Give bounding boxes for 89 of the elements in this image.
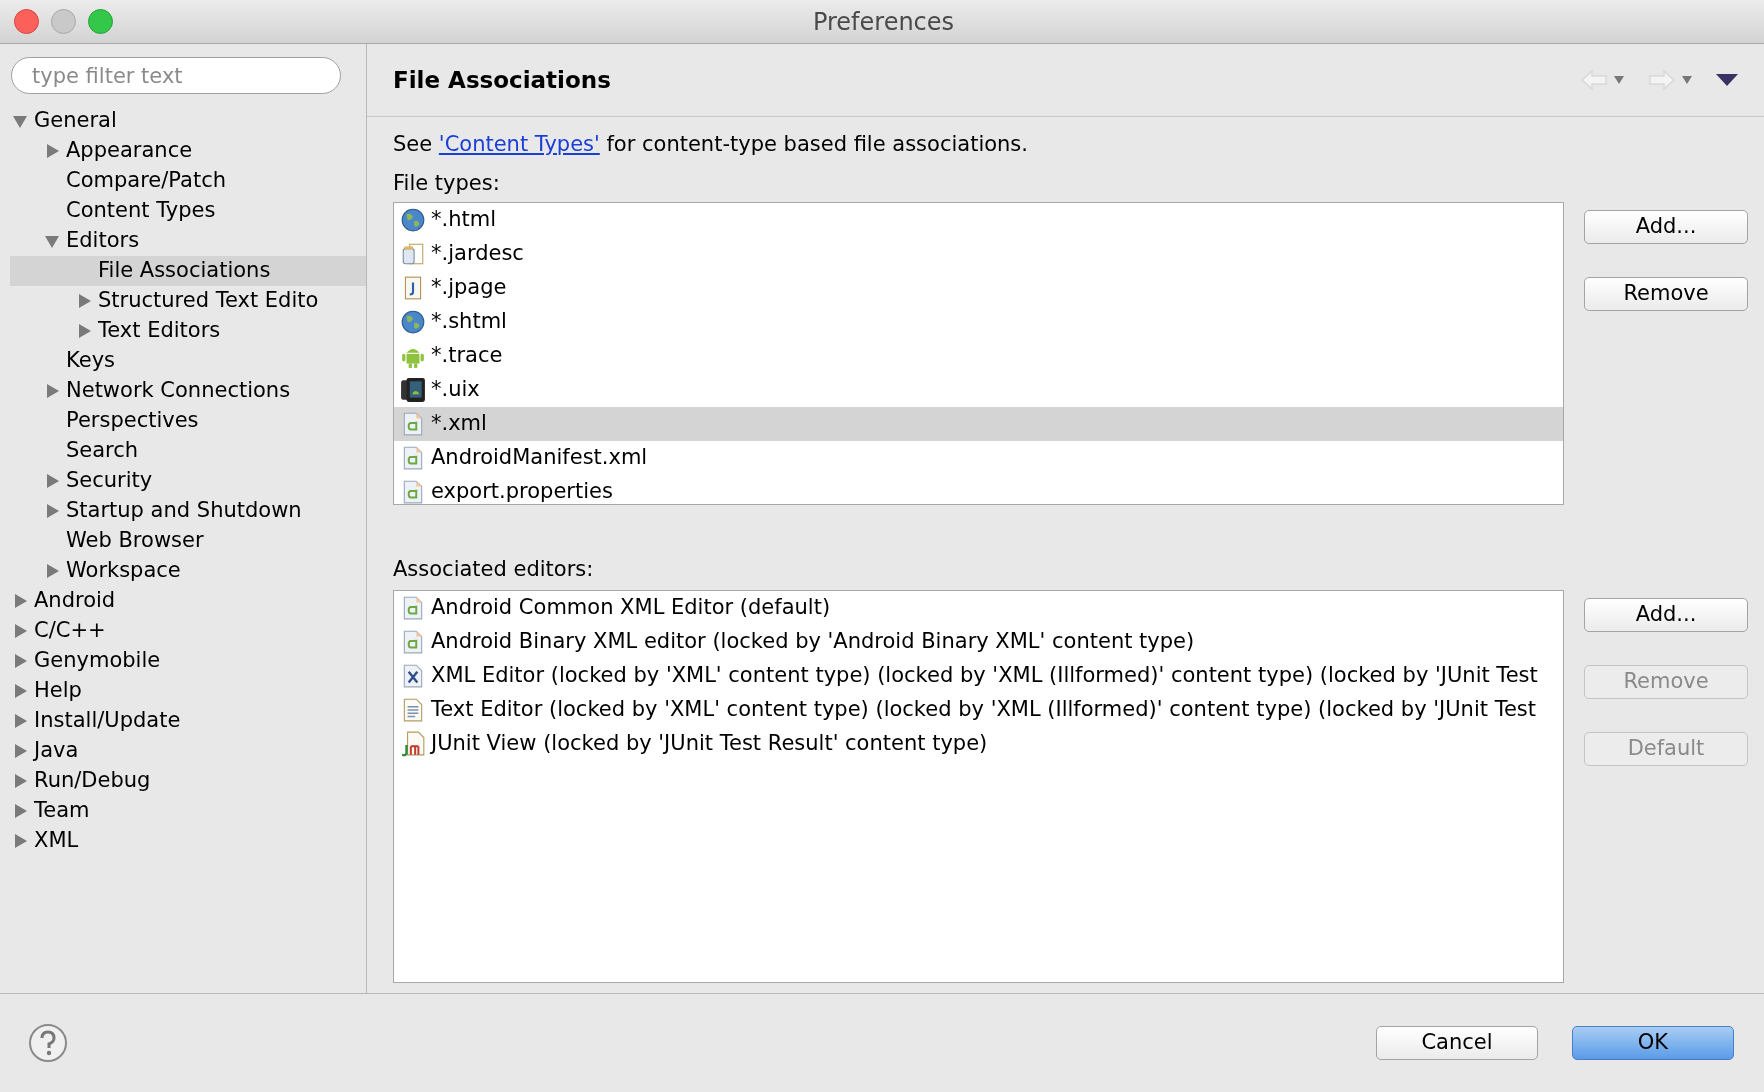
collapsed-triangle-icon[interactable]	[12, 743, 28, 759]
tree-item[interactable]: Appearance	[10, 136, 366, 166]
file-type-row[interactable]: *.trace	[394, 339, 1563, 373]
action-button[interactable]: Remove	[1584, 277, 1748, 311]
caret-icon[interactable]	[1614, 76, 1624, 84]
file-type-item[interactable]: *.html	[431, 204, 496, 236]
file-type-item[interactable]: export.properties	[431, 476, 613, 504]
tree-item[interactable]: General	[10, 106, 366, 136]
tree-item[interactable]: Structured Text Edito	[10, 286, 366, 316]
tree-item[interactable]: Startup and Shutdown	[10, 496, 366, 526]
collapsed-triangle-icon[interactable]	[76, 323, 92, 339]
tree-item[interactable]: Android	[10, 586, 366, 616]
tree-item[interactable]: Keys	[10, 346, 366, 376]
action-button[interactable]: Add...	[1584, 210, 1748, 244]
view-menu-icon[interactable]	[1716, 74, 1738, 86]
collapsed-triangle-icon[interactable]	[12, 593, 28, 609]
file-type-row[interactable]: *.jardesc	[394, 237, 1563, 271]
collapsed-triangle-icon[interactable]	[44, 503, 60, 519]
file-type-item[interactable]: AndroidManifest.xml	[431, 442, 648, 474]
phone-icon	[400, 377, 426, 403]
collapsed-triangle-icon[interactable]	[12, 683, 28, 699]
collapsed-triangle-icon[interactable]	[76, 293, 92, 309]
action-button[interactable]: Add...	[1584, 598, 1748, 632]
tree-item[interactable]: C/C++	[10, 616, 366, 646]
intro-text: See 'Content Types' for content-type based file associations.	[393, 131, 1029, 158]
tree-item[interactable]: Install/Update	[10, 706, 366, 736]
file-type-row[interactable]: *.shtml	[394, 305, 1563, 339]
file-type-item[interactable]: *.uix	[431, 374, 480, 406]
tree-item[interactable]: Run/Debug	[10, 766, 366, 796]
editor-item[interactable]: Android Binary XML editor (locked by 'Android Binary XML' content type)	[431, 626, 1195, 658]
tree-item[interactable]: Editors	[10, 226, 366, 256]
tree-item[interactable]: Java	[10, 736, 366, 766]
collapsed-triangle-icon[interactable]	[12, 773, 28, 789]
tree-item[interactable]: Perspectives	[10, 406, 366, 436]
file-type-row[interactable]: *.xml	[394, 407, 1563, 441]
tree-item[interactable]: Genymobile	[10, 646, 366, 676]
file-type-item[interactable]: *.xml	[431, 408, 487, 440]
zoom-icon[interactable]	[88, 9, 113, 34]
editor-item[interactable]: Android Common XML Editor (default)	[431, 592, 831, 624]
tree-item[interactable]: XML	[10, 826, 366, 856]
globe-icon	[400, 309, 426, 335]
tree-item[interactable]: Team	[10, 796, 366, 826]
collapsed-triangle-icon[interactable]	[44, 473, 60, 489]
tree-item[interactable]: Web Browser	[10, 526, 366, 556]
editor-item[interactable]: XML Editor (locked by 'XML' content type) (locked by 'XML (Illformed)' content type) (locked by 'JUnit Test	[431, 660, 1538, 692]
expanded-triangle-icon[interactable]	[44, 233, 60, 249]
file-type-row[interactable]: export.properties	[394, 475, 1563, 504]
tree-item[interactable]: Compare/Patch	[10, 166, 366, 196]
collapsed-triangle-icon[interactable]	[12, 653, 28, 669]
file-type-row[interactable]: *.html	[394, 203, 1563, 237]
page-title: File Associations	[393, 65, 612, 95]
ok-button[interactable]: OK	[1572, 1026, 1734, 1060]
file-type-row[interactable]: AndroidManifest.xml	[394, 441, 1563, 475]
jar-icon	[400, 241, 426, 267]
file-type-row[interactable]: *.uix	[394, 373, 1563, 407]
collapsed-triangle-icon[interactable]	[12, 833, 28, 849]
caret-icon[interactable]	[1682, 76, 1692, 84]
collapsed-triangle-icon[interactable]	[12, 713, 28, 729]
file-type-item[interactable]: *.jardesc	[431, 238, 524, 270]
file-type-item[interactable]: *.trace	[431, 340, 503, 372]
file-type-item[interactable]: *.shtml	[431, 306, 507, 338]
document-icon	[400, 731, 426, 757]
tree-item[interactable]: Security	[10, 466, 366, 496]
collapsed-triangle-icon[interactable]	[44, 563, 60, 579]
editor-item[interactable]: Text Editor (locked by 'XML' content type) (locked by 'XML (Illformed)' content type) (locked by 'JUnit Test	[431, 694, 1536, 726]
collapsed-triangle-icon[interactable]	[44, 143, 60, 159]
globe-icon	[400, 207, 426, 233]
file-types-label: File types:	[393, 170, 500, 197]
tree-item[interactable]: Content Types	[10, 196, 366, 226]
expanded-triangle-icon[interactable]	[12, 113, 28, 129]
editor-item[interactable]: JUnit View (locked by 'JUnit Test Result' content type)	[431, 728, 988, 760]
file-type-item[interactable]: *.jpage	[431, 272, 507, 304]
tree-item[interactable]: Text Editors	[10, 316, 366, 346]
tree-item[interactable]: Help	[10, 676, 366, 706]
file-type-row[interactable]: *.jpage	[394, 271, 1563, 305]
filter-field[interactable]: type filter text	[11, 57, 341, 94]
collapsed-triangle-icon[interactable]	[12, 623, 28, 639]
window-title: Preferences	[812, 6, 955, 38]
tree-item[interactable]: Search	[10, 436, 366, 466]
tree-item[interactable]: Workspace	[10, 556, 366, 586]
tree-item[interactable]: File Associations	[10, 256, 366, 286]
close-icon[interactable]	[14, 9, 39, 34]
content-types-link[interactable]: 'Content Types'	[438, 132, 600, 156]
associated-editors-label: Associated editors:	[393, 556, 594, 583]
help-icon[interactable]	[28, 1023, 68, 1063]
cancel-button[interactable]: Cancel	[1376, 1026, 1538, 1060]
collapsed-triangle-icon[interactable]	[12, 803, 28, 819]
tree-item[interactable]: Network Connections	[10, 376, 366, 406]
collapsed-triangle-icon[interactable]	[44, 383, 60, 399]
